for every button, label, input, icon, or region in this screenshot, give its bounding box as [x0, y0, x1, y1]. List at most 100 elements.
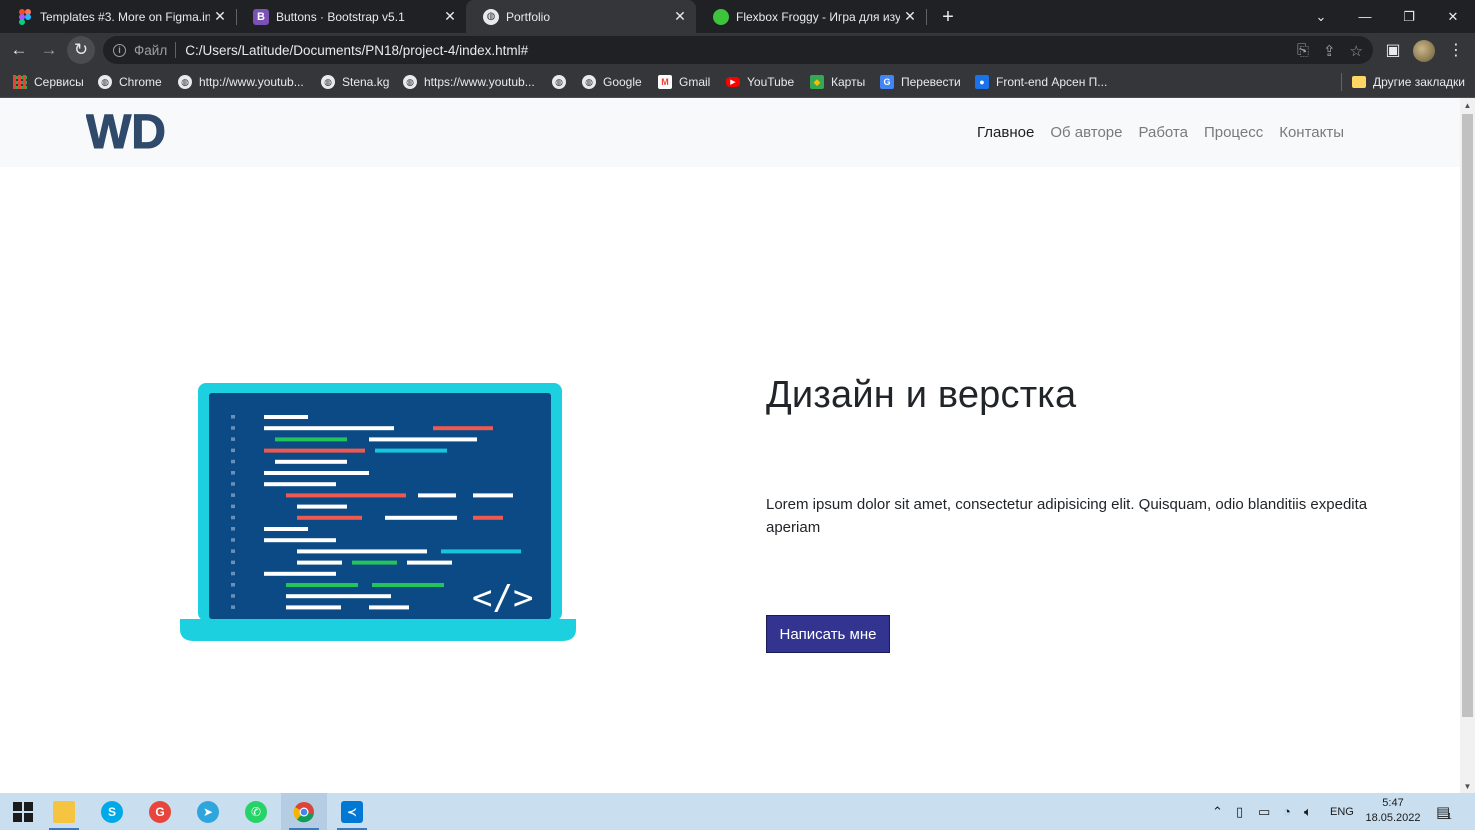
bookmark-youtube-link-1[interactable]: ◍ http://www.youtub... [178, 74, 304, 90]
new-tab-button[interactable]: + [936, 5, 960, 29]
translate-icon[interactable]: ⎘ [1297, 42, 1309, 60]
notification-count: 1 [1447, 812, 1452, 821]
taskbar-skype[interactable]: S [89, 793, 135, 830]
scroll-down-icon[interactable]: ▼ [1460, 779, 1475, 793]
minimize-button[interactable]: — [1343, 0, 1387, 33]
code-line-segment [352, 560, 397, 565]
close-window-button[interactable]: ✕ [1431, 0, 1475, 33]
scrollbar-thumb[interactable] [1462, 114, 1473, 717]
tab-title: Templates #3. More on Figma.info [40, 9, 210, 24]
tray-battery[interactable]: ▭ [1258, 793, 1270, 830]
nav-work[interactable]: Работа [1138, 124, 1188, 141]
bookmark-google[interactable]: ◍ Google [582, 74, 642, 90]
globe-icon: ◍ [582, 75, 596, 89]
line-number-dot [231, 571, 235, 576]
windows-taskbar: S G ➤ ✆ ≺ ⌃ ▯ ▭ ◔ 🔈︎ ENG 5:47 18.05.2022… [0, 793, 1475, 830]
share-icon[interactable]: ⇪ [1323, 42, 1336, 60]
close-tab-icon[interactable]: ✕ [900, 7, 920, 27]
restore-button[interactable]: ❐ [1387, 0, 1431, 33]
tab-bootstrap[interactable]: B Buttons · Bootstrap v5.1 ✕ [236, 0, 466, 33]
line-number-dot [231, 538, 235, 542]
reload-button[interactable]: ↻ [67, 36, 95, 64]
globe-icon: ◍ [178, 75, 192, 89]
bookmark-frontend[interactable]: ● Front-end Арсен П... [975, 74, 1107, 90]
code-line-segment [372, 583, 444, 587]
bookmark-youtube-link-2[interactable]: ◍ https://www.youtub... [403, 74, 535, 90]
tray-clock[interactable]: 5:47 18.05.2022 [1360, 796, 1426, 826]
tab-figma[interactable]: Templates #3. More on Figma.info ✕ [0, 0, 236, 33]
taskbar-chrome[interactable] [281, 793, 327, 830]
bookmark-unnamed[interactable]: ◍ [552, 74, 573, 90]
tray-language[interactable]: ENG [1330, 793, 1354, 830]
address-bar[interactable]: i Файл C:/Users/Latitude/Documents/PN18/… [103, 36, 1373, 64]
figma-icon [17, 8, 33, 25]
bookmarks-bar: Сервисы ◍ Chrome ◍ http://www.youtub... ◍ S… [0, 67, 1475, 98]
site-navbar: WD Главное Об авторе Работа Процесс Конт… [0, 98, 1460, 167]
contact-me-button[interactable]: Написать мне [766, 615, 890, 653]
logo-text: WD [86, 108, 166, 156]
menu-button[interactable]: ⋮ [1442, 36, 1470, 64]
scheme-label: Файл [134, 42, 168, 58]
bookmark-youtube[interactable]: ▶ YouTube [726, 74, 794, 90]
show-hidden-icons[interactable]: ⌃ [1212, 793, 1223, 830]
bookmark-translate[interactable]: G Перевести [880, 74, 961, 90]
bookmark-stena[interactable]: ◍ Stena.kg [321, 74, 389, 90]
page-scrollbar[interactable]: ▲ ▼ [1460, 98, 1475, 793]
youtube-icon: ▶ [726, 77, 740, 87]
notification-center[interactable]: ▤ 1 [1436, 793, 1452, 830]
info-icon[interactable]: i [113, 43, 126, 57]
laptop-base [180, 619, 576, 641]
site-logo[interactable]: WD [86, 106, 186, 161]
clock-time: 5:47 [1382, 797, 1404, 809]
bookmark-label: Сервисы [34, 75, 84, 89]
bookmark-label: Chrome [119, 75, 162, 89]
line-number-dot [231, 549, 235, 553]
taskbar-file-explorer[interactable] [41, 793, 87, 830]
forward-button[interactable]: → [35, 36, 63, 64]
code-line-segment [275, 459, 347, 464]
tab-flexbox-froggy[interactable]: Flexbox Froggy - Игра для изучения CSS f… [696, 0, 926, 33]
tray-network[interactable]: ◔ [1283, 793, 1291, 830]
hero-title: Дизайн и верстка [766, 374, 1077, 416]
tab-search-button[interactable]: ⌄ [1299, 0, 1343, 33]
scroll-up-icon[interactable]: ▲ [1460, 98, 1475, 112]
bookmark-label: Карты [831, 75, 866, 89]
profile-avatar[interactable] [1413, 40, 1435, 62]
line-number-dot [231, 493, 235, 497]
taskbar-g-app[interactable]: G [137, 793, 183, 830]
bookmark-maps[interactable]: ◆ Карты [810, 74, 865, 90]
start-button[interactable] [0, 793, 46, 830]
back-button[interactable]: ← [5, 36, 33, 64]
tray-device[interactable]: ▯ [1236, 793, 1243, 830]
taskbar-whatsapp[interactable]: ✆ [233, 793, 279, 830]
tray-volume[interactable]: 🔈︎ [1304, 793, 1312, 830]
line-number-dot [231, 605, 235, 609]
wifi-icon: ◔ [1283, 804, 1291, 819]
line-number-dot [231, 437, 235, 441]
taskbar-vscode[interactable]: ≺ [329, 793, 375, 830]
clock-date: 18.05.2022 [1365, 812, 1421, 824]
nav-about[interactable]: Об авторе [1050, 124, 1122, 141]
tab-portfolio[interactable]: ◍ Portfolio ✕ [466, 0, 696, 33]
bookmark-services[interactable]: Сервисы [13, 74, 84, 90]
code-line-segment [275, 437, 347, 442]
nav-home[interactable]: Главное [977, 124, 1034, 141]
close-tab-icon[interactable]: ✕ [670, 7, 690, 27]
other-bookmarks[interactable]: Другие закладки [1352, 74, 1465, 90]
close-tab-icon[interactable]: ✕ [210, 7, 230, 27]
restore-icon: ❐ [1403, 8, 1415, 24]
side-panel-button[interactable]: ▣ [1379, 36, 1407, 64]
globe-icon: ◍ [552, 75, 566, 89]
bookmark-label: https://www.youtub... [424, 75, 535, 89]
star-icon[interactable]: ☆ [1350, 42, 1363, 60]
taskbar-telegram[interactable]: ➤ [185, 793, 231, 830]
bookmark-gmail[interactable]: M Gmail [658, 74, 710, 90]
nav-contacts[interactable]: Контакты [1279, 124, 1344, 141]
code-line-segment [264, 527, 308, 531]
nav-process[interactable]: Процесс [1204, 124, 1263, 141]
close-tab-icon[interactable]: ✕ [440, 7, 460, 27]
bookmark-chrome[interactable]: ◍ Chrome [98, 74, 162, 90]
line-number-dot [231, 471, 235, 475]
line-number-dot [231, 594, 235, 598]
chrome-icon [293, 801, 314, 822]
